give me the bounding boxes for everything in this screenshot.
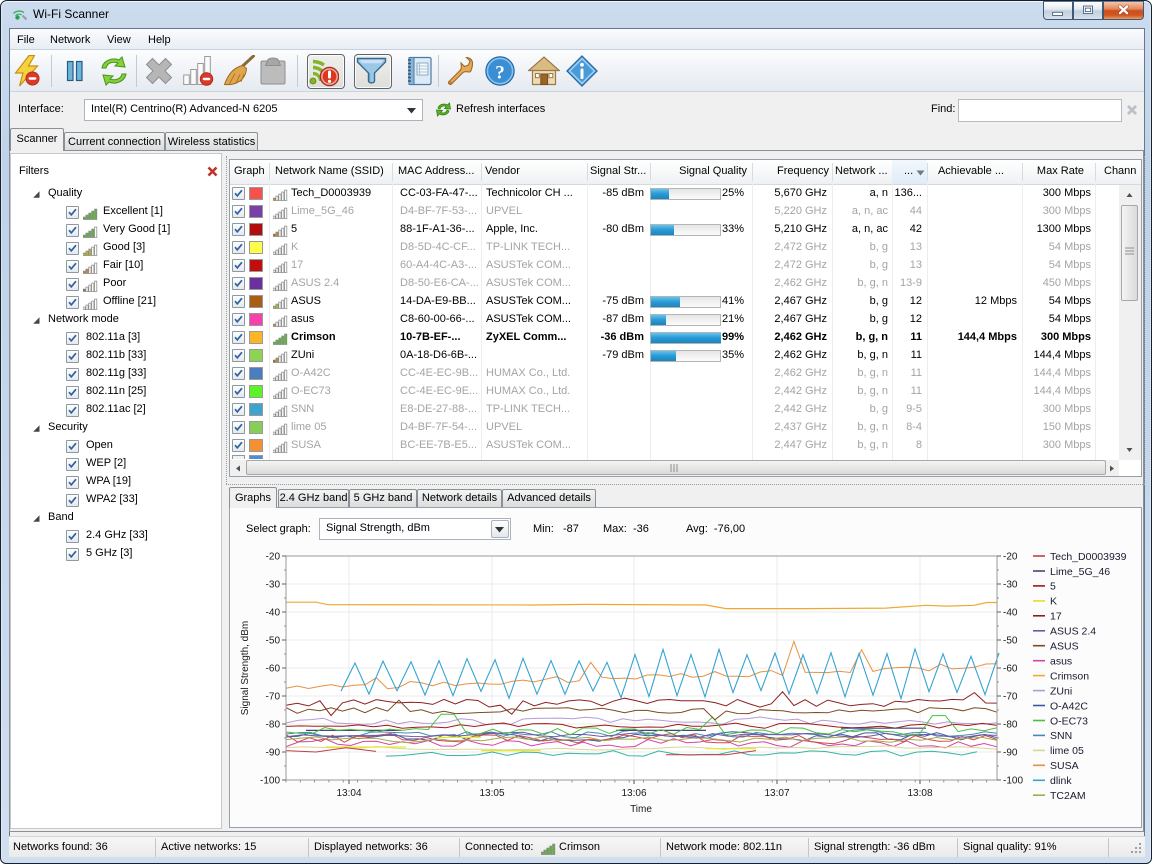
svg-text:SUSA: SUSA	[1050, 760, 1079, 772]
svg-text:SNN: SNN	[1050, 730, 1072, 742]
svg-text:ASUS 2.4: ASUS 2.4	[1050, 626, 1096, 638]
svg-text:-70: -70	[266, 692, 281, 703]
svg-text:-70: -70	[1003, 692, 1018, 703]
svg-text:-80: -80	[266, 720, 281, 731]
svg-text:?: ?	[495, 63, 505, 84]
svg-text:13:04: 13:04	[336, 788, 361, 799]
svg-text:Time: Time	[630, 804, 652, 815]
svg-text:17: 17	[1050, 611, 1062, 623]
svg-text:O-EC73: O-EC73	[1050, 715, 1088, 727]
svg-text:-50: -50	[1003, 636, 1018, 647]
svg-text:asus: asus	[1050, 656, 1072, 668]
svg-text:dlink: dlink	[1050, 775, 1072, 787]
svg-text:K: K	[1050, 596, 1057, 608]
svg-text:-100: -100	[260, 776, 280, 787]
svg-text:-30: -30	[1003, 580, 1018, 591]
svg-text:-60: -60	[266, 664, 281, 675]
svg-text:-80: -80	[1003, 720, 1018, 731]
svg-text:Tech_D0003939: Tech_D0003939	[1050, 551, 1127, 563]
svg-text:O-A42C: O-A42C	[1050, 700, 1088, 712]
svg-text:TC2AM: TC2AM	[1050, 790, 1086, 802]
svg-text:13:05: 13:05	[479, 788, 504, 799]
svg-text:-40: -40	[266, 608, 281, 619]
svg-text:-40: -40	[1003, 608, 1018, 619]
svg-text:-50: -50	[266, 636, 281, 647]
svg-text:13:06: 13:06	[621, 788, 646, 799]
svg-text:-90: -90	[1003, 748, 1018, 759]
svg-text:lime 05: lime 05	[1050, 745, 1084, 757]
svg-text:Crimson: Crimson	[1050, 670, 1089, 682]
svg-text:-20: -20	[266, 552, 281, 563]
svg-text:Lime_5G_46: Lime_5G_46	[1050, 566, 1110, 578]
svg-text:ASUS: ASUS	[1050, 641, 1079, 653]
svg-text:-30: -30	[266, 580, 281, 591]
svg-text:-100: -100	[1003, 776, 1023, 787]
svg-text:13:08: 13:08	[907, 788, 932, 799]
svg-text:5: 5	[1050, 581, 1056, 593]
svg-text:13:07: 13:07	[764, 788, 789, 799]
svg-text:ZUni: ZUni	[1050, 685, 1072, 697]
svg-text:-90: -90	[266, 748, 281, 759]
svg-text:Signal Strength, dBm: Signal Strength, dBm	[240, 621, 251, 716]
svg-text:-20: -20	[1003, 552, 1018, 563]
svg-text:-60: -60	[1003, 664, 1018, 675]
